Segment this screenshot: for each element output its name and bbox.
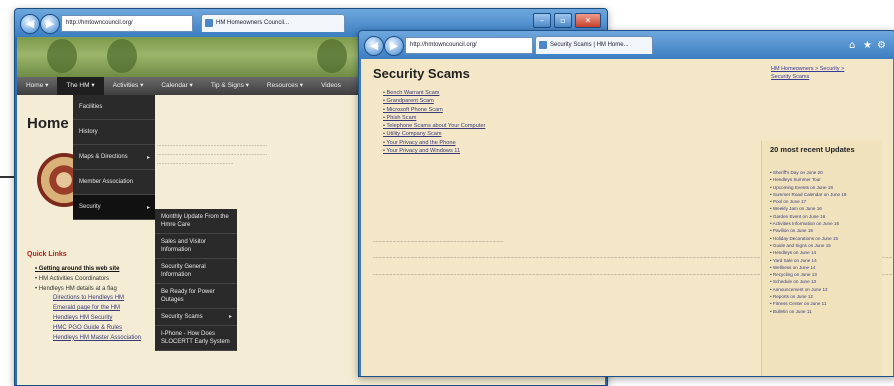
home-icon[interactable]: ⌂ bbox=[849, 40, 855, 51]
update-item[interactable]: Fitness Center on June 11 bbox=[770, 300, 880, 307]
forward-arrow-icon[interactable]: ▶ bbox=[384, 36, 404, 56]
submenu-item-security-scams[interactable]: Security Scams ▸ bbox=[155, 309, 237, 326]
intro-text: ........................................… bbox=[157, 142, 268, 166]
menu-item-videos[interactable]: Videos bbox=[312, 77, 350, 95]
browser-window-security-scams[interactable]: ◀ ▶ http://hmtowncouncil.org/ Security S… bbox=[358, 30, 894, 377]
scam-links-list: Bench Warrant Scam Grandparent Scam Micr… bbox=[383, 89, 485, 155]
dropdown-item-facilities[interactable]: Facilities bbox=[73, 95, 155, 120]
close-icon[interactable]: ✕ bbox=[575, 13, 601, 28]
update-item[interactable]: Wellness on June 14 bbox=[770, 264, 880, 271]
forward-arrow-icon[interactable]: ▶ bbox=[40, 14, 60, 34]
update-item[interactable]: Guide and Signs on June 15 bbox=[770, 242, 880, 249]
menu-item-calendar[interactable]: Calendar ▾ bbox=[152, 77, 201, 95]
dropdown-item-member-association[interactable]: Member Association bbox=[73, 170, 155, 195]
update-item[interactable]: Holiday Decorations on June 15 bbox=[770, 235, 880, 242]
security-scams-page: Security Scams Bench Warrant Scam Grandp… bbox=[361, 59, 893, 376]
favorites-star-icon[interactable]: ★ bbox=[863, 40, 872, 51]
update-item[interactable]: Sheriff's Day on June 20 bbox=[770, 169, 880, 176]
dropdown-item-history[interactable]: History bbox=[73, 120, 155, 145]
submenu-item[interactable]: Be Ready for Power Outages bbox=[155, 284, 237, 309]
update-item[interactable]: Recycling on June 13 bbox=[770, 271, 880, 278]
scam-link[interactable]: Bench Warrant Scam bbox=[383, 89, 485, 97]
update-item[interactable]: Summer Road Calendar on June 18 bbox=[770, 191, 880, 198]
page-title: Home bbox=[27, 115, 69, 132]
update-item[interactable]: Schedule on June 13 bbox=[770, 278, 880, 285]
quick-link[interactable]: Hendleys HM Master Association bbox=[35, 334, 141, 344]
back-arrow-icon[interactable]: ◀ bbox=[20, 14, 40, 34]
update-item[interactable]: Pool on June 17 bbox=[770, 198, 880, 205]
update-item[interactable]: Reports on June 12 bbox=[770, 293, 880, 300]
quick-link[interactable]: • HM Activities Coordinators bbox=[35, 275, 141, 285]
back-arrow-icon[interactable]: ◀ bbox=[364, 36, 384, 56]
menu-item-tips-signs[interactable]: Tip & Signs ▾ bbox=[202, 77, 258, 95]
updates-list: Sheriff's Day on June 20 Hendleys Summer… bbox=[770, 169, 880, 315]
submenu-arrow-icon: ▸ bbox=[146, 154, 150, 161]
update-item[interactable]: Hendleys Summer Tour bbox=[770, 176, 880, 183]
tab-title: Security Scams | HM Home... bbox=[550, 42, 629, 48]
address-bar[interactable]: http://hmtowncouncil.org/ bbox=[61, 15, 193, 32]
settings-gear-icon[interactable]: ⚙ bbox=[877, 40, 886, 51]
updates-heading: 20 most recent Updates bbox=[770, 145, 855, 154]
browser-tab[interactable]: HM Homeowners Council... bbox=[201, 14, 345, 32]
browser-tab[interactable]: Security Scams | HM Home... bbox=[535, 36, 653, 54]
menu-item-resources[interactable]: Resources ▾ bbox=[258, 77, 312, 95]
submenu-item[interactable]: Monthly Update From the Hmre Care bbox=[155, 209, 237, 234]
update-item[interactable]: Activities Information on June 16 bbox=[770, 220, 880, 227]
menu-item-the-hm[interactable]: The HM ▾ bbox=[57, 77, 104, 95]
scam-link[interactable]: Your Privacy and Windows 11 bbox=[383, 147, 485, 155]
dropdown-item-security[interactable]: Security ▸ bbox=[73, 195, 155, 220]
quick-link[interactable]: • Getting around this web site bbox=[35, 265, 141, 275]
quick-links-heading: Quick Links bbox=[27, 251, 67, 258]
submenu-item[interactable]: Security General Information bbox=[155, 259, 237, 284]
update-item[interactable]: Pavilion on June 15 bbox=[770, 227, 880, 234]
dropdown-item-maps[interactable]: Maps & Directions ▸ bbox=[73, 145, 155, 170]
menu-item-home[interactable]: Home ▾ bbox=[17, 77, 57, 95]
scam-link[interactable]: Your Privacy and the Phone bbox=[383, 139, 485, 147]
favicon-icon bbox=[539, 41, 547, 49]
menu-item-activities[interactable]: Activities ▾ bbox=[104, 77, 153, 95]
address-bar[interactable]: http://hmtowncouncil.org/ bbox=[405, 37, 533, 54]
submenu-item[interactable]: Sales and Visitor Information bbox=[155, 234, 237, 259]
browser-toolbar: ◀ ▶ http://hmtowncouncil.org/ Security S… bbox=[359, 31, 894, 59]
update-item[interactable]: Garden Event on June 16 bbox=[770, 213, 880, 220]
update-item[interactable]: Yard Sale on June 14 bbox=[770, 257, 880, 264]
tab-title: HM Homeowners Council... bbox=[216, 20, 290, 26]
update-item[interactable]: Weekly Jam on June 16 bbox=[770, 205, 880, 212]
favicon-icon bbox=[205, 19, 213, 27]
scam-link[interactable]: Utility Company Scam bbox=[383, 130, 485, 138]
update-item[interactable]: Bulletin on June 11 bbox=[770, 308, 880, 315]
article-body: ........................................… bbox=[373, 238, 893, 277]
quick-link[interactable]: Directions to Hendleys HM bbox=[35, 294, 141, 304]
security-submenu: Monthly Update From the Hmre Care Sales … bbox=[155, 209, 237, 351]
window-controls: – ▫ ✕ bbox=[533, 13, 601, 28]
maximize-icon[interactable]: ▫ bbox=[554, 13, 572, 28]
quick-link[interactable]: • Hendleys HM details at a flag bbox=[35, 285, 141, 295]
scam-link[interactable]: Phish Scam bbox=[383, 114, 485, 122]
submenu-arrow-icon: ▸ bbox=[228, 314, 232, 320]
update-item[interactable]: Announcement on June 12 bbox=[770, 286, 880, 293]
submenu-item[interactable]: I-Phone - How Does SLOCERTT Early System bbox=[155, 326, 237, 351]
scam-link[interactable]: Microsoft Phone Scam bbox=[383, 106, 485, 114]
scam-link[interactable]: Grandparent Scam bbox=[383, 97, 485, 105]
breadcrumb[interactable]: HM Homeowners > Security > Security Scam… bbox=[771, 65, 859, 81]
quick-link[interactable]: Emerald page for the HM bbox=[35, 304, 141, 314]
page-title: Security Scams bbox=[373, 66, 470, 81]
quick-link[interactable]: HMC PGO Guide & Rules bbox=[35, 324, 141, 334]
recent-updates-panel: 20 most recent Updates Sheriff's Day on … bbox=[761, 141, 882, 376]
minimize-icon[interactable]: – bbox=[533, 13, 551, 28]
submenu-arrow-icon: ▸ bbox=[146, 204, 150, 211]
quick-links-list: • Getting around this web site • HM Acti… bbox=[35, 265, 141, 343]
update-item[interactable]: Hendleys on June 14 bbox=[770, 249, 880, 256]
update-item[interactable]: Upcoming Events on June 18 bbox=[770, 184, 880, 191]
quick-link[interactable]: Hendleys HM Security bbox=[35, 314, 141, 324]
the-hm-dropdown: Facilities History Maps & Directions ▸ Me… bbox=[73, 95, 155, 220]
scam-link[interactable]: Telephone Scams about Your Computer bbox=[383, 122, 485, 130]
